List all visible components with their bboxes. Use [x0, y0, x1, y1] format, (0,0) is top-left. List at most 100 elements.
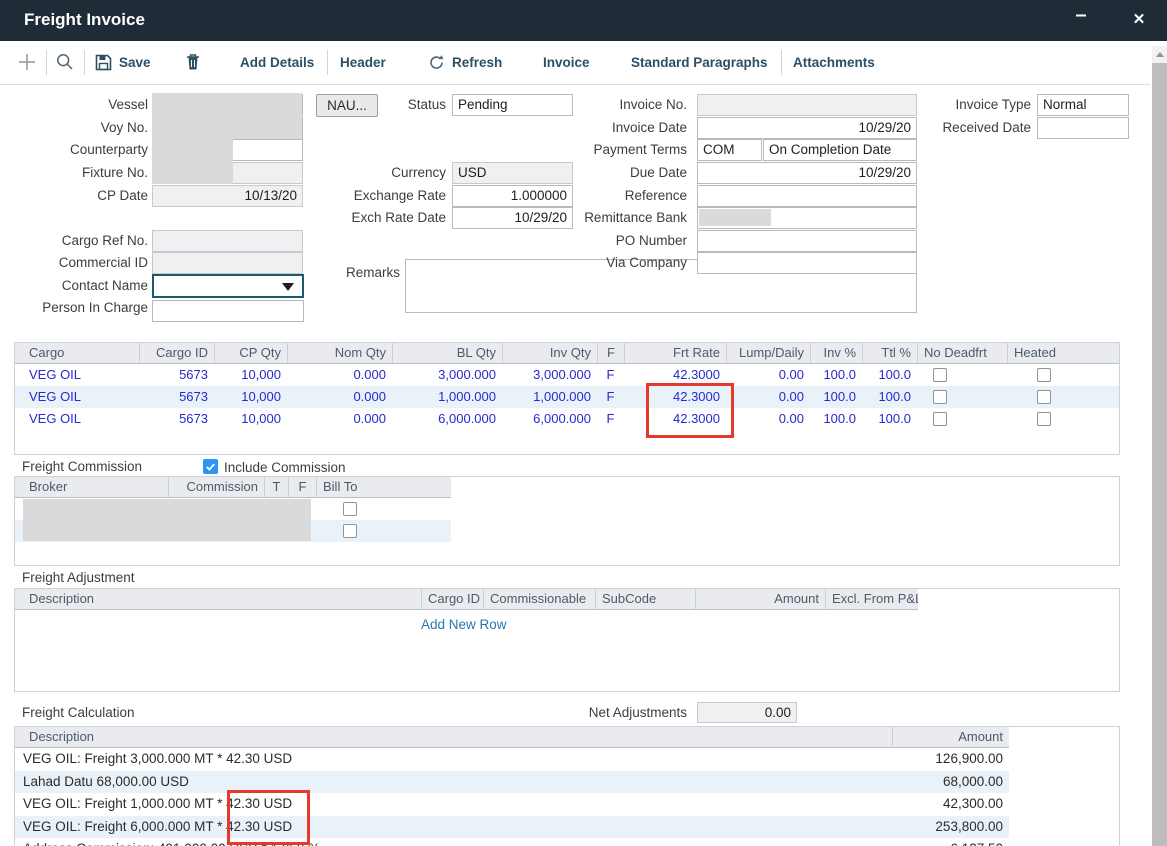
cell-frt-rate[interactable]: 42.3000: [624, 408, 726, 430]
cell[interactable]: 1,000.000: [502, 386, 597, 408]
header-cell[interactable]: Description: [23, 727, 892, 748]
cargo-row[interactable]: VEG OIL 5673 10,000 0.000 3,000.000 3,00…: [15, 364, 1119, 386]
header-cell[interactable]: Inv %: [810, 343, 862, 363]
exch-rate-date-field[interactable]: 10/29/20: [452, 207, 573, 229]
cell[interactable]: 3,000.000: [502, 364, 597, 386]
cell[interactable]: 6,000.000: [392, 408, 502, 430]
header-cell[interactable]: No Deadfrt: [917, 343, 1007, 363]
header-cell[interactable]: Nom Qty: [287, 343, 392, 363]
reference-field[interactable]: [697, 185, 917, 207]
cell[interactable]: 0.000: [287, 364, 392, 386]
payment-terms-code-field[interactable]: COM: [697, 139, 762, 161]
no-deadfrt-checkbox[interactable]: [933, 390, 947, 404]
search-button[interactable]: [55, 41, 75, 83]
scroll-thumb[interactable]: [1152, 63, 1167, 846]
no-deadfrt-checkbox[interactable]: [933, 412, 947, 426]
due-date-field[interactable]: 10/29/20: [697, 162, 917, 184]
save-button[interactable]: Save: [95, 41, 151, 83]
header-cell[interactable]: F: [288, 477, 316, 497]
heated-checkbox[interactable]: [1037, 412, 1051, 426]
invoice-date-field[interactable]: 10/29/20: [697, 117, 917, 139]
cell-description[interactable]: Address Commission: 491,000.00 USD * 1.2…: [15, 838, 891, 846]
cell[interactable]: 0.000: [287, 386, 392, 408]
delete-button[interactable]: [185, 41, 201, 83]
header-cell[interactable]: Cargo ID: [421, 589, 483, 609]
commission-row[interactable]: [15, 520, 451, 542]
header-cell[interactable]: Amount: [892, 727, 1009, 748]
invoice-type-field[interactable]: Normal: [1037, 94, 1129, 116]
cell[interactable]: 10,000: [214, 386, 287, 408]
cell[interactable]: 0.00: [726, 386, 810, 408]
cell-cargo[interactable]: VEG OIL: [23, 386, 139, 408]
header-cell[interactable]: Amount: [695, 589, 825, 609]
header-cell[interactable]: Description: [23, 589, 421, 609]
cell[interactable]: 0.000: [287, 408, 392, 430]
header-cell[interactable]: Commission: [168, 477, 264, 497]
cell-cargo[interactable]: VEG OIL: [23, 408, 139, 430]
cell[interactable]: 100.0: [862, 386, 917, 408]
header-cell[interactable]: CP Qty: [214, 343, 287, 363]
include-commission-checkbox[interactable]: [203, 459, 218, 474]
cell[interactable]: F: [597, 408, 624, 430]
minimize-button[interactable]: –: [1068, 4, 1094, 27]
cell-frt-rate[interactable]: 42.3000: [624, 386, 726, 408]
header-cell[interactable]: Cargo ID: [139, 343, 214, 363]
refresh-button[interactable]: Refresh: [428, 41, 502, 83]
header-cell[interactable]: Bill To: [316, 477, 451, 497]
cell-description[interactable]: Lahad Datu 68,000.00 USD: [15, 771, 891, 794]
cell[interactable]: 100.0: [810, 386, 862, 408]
cell[interactable]: 10,000: [214, 364, 287, 386]
header-cell[interactable]: T: [264, 477, 288, 497]
header-cell[interactable]: SubCode: [595, 589, 695, 609]
commission-row[interactable]: [15, 498, 451, 520]
cell-amount[interactable]: 42,300.00: [891, 793, 1009, 816]
header-cell[interactable]: F: [597, 343, 624, 363]
header-button[interactable]: Header: [340, 41, 386, 83]
cell[interactable]: 0.00: [726, 364, 810, 386]
calculation-row[interactable]: Lahad Datu 68,000.00 USD 68,000.00: [15, 771, 1009, 794]
header-cell[interactable]: Heated: [1007, 343, 1092, 363]
cargo-row[interactable]: VEG OIL 5673 10,000 0.000 1,000.000 1,00…: [15, 386, 1119, 408]
invoice-button[interactable]: Invoice: [543, 41, 590, 83]
po-number-field[interactable]: [697, 230, 917, 252]
chevron-down-icon[interactable]: [282, 283, 294, 291]
cell-description[interactable]: VEG OIL: Freight 6,000.000 MT * 42.30 US…: [15, 816, 891, 839]
close-button[interactable]: ✕: [1126, 10, 1152, 28]
cell[interactable]: F: [597, 386, 624, 408]
cell-amount[interactable]: 68,000.00: [891, 771, 1009, 794]
header-cell[interactable]: BL Qty: [392, 343, 502, 363]
header-cell[interactable]: Cargo: [23, 343, 139, 363]
cell[interactable]: 0.00: [726, 408, 810, 430]
calculation-row[interactable]: VEG OIL: Freight 6,000.000 MT * 42.30 US…: [15, 816, 1009, 839]
cargo-row[interactable]: VEG OIL 5673 10,000 0.000 6,000.000 6,00…: [15, 408, 1119, 430]
add-details-button[interactable]: Add Details: [240, 41, 314, 83]
cell-amount[interactable]: 253,800.00: [891, 816, 1009, 839]
cell[interactable]: 100.0: [810, 364, 862, 386]
header-cell[interactable]: Inv Qty: [502, 343, 597, 363]
cell[interactable]: 100.0: [862, 408, 917, 430]
cell-frt-rate[interactable]: 42.3000: [624, 364, 726, 386]
cell-description[interactable]: VEG OIL: Freight 1,000.000 MT * 42.30 US…: [15, 793, 891, 816]
calculation-row[interactable]: Address Commission: 491,000.00 USD * 1.2…: [15, 838, 1009, 846]
no-deadfrt-checkbox[interactable]: [933, 368, 947, 382]
cell-amount[interactable]: 126,900.00: [891, 748, 1009, 771]
scroll-up-arrow[interactable]: [1152, 46, 1167, 63]
bill-to-checkbox[interactable]: [343, 524, 357, 538]
cell[interactable]: F: [597, 364, 624, 386]
cell[interactable]: 5673: [139, 408, 214, 430]
heated-checkbox[interactable]: [1037, 368, 1051, 382]
cell[interactable]: 1,000.000: [392, 386, 502, 408]
cell[interactable]: 6,000.000: [502, 408, 597, 430]
cell-amount[interactable]: -6,137.50: [891, 838, 1009, 846]
add-new-row-link[interactable]: Add New Row: [421, 617, 507, 632]
contact-name-combobox[interactable]: [152, 274, 304, 298]
standard-paragraphs-button[interactable]: Standard Paragraphs: [631, 41, 768, 83]
received-date-field[interactable]: [1037, 117, 1129, 139]
calculation-row[interactable]: VEG OIL: Freight 1,000.000 MT * 42.30 US…: [15, 793, 1009, 816]
cell[interactable]: 5673: [139, 386, 214, 408]
attachments-button[interactable]: Attachments: [793, 41, 875, 83]
cell[interactable]: 5673: [139, 364, 214, 386]
header-cell[interactable]: Excl. From P&L: [825, 589, 918, 609]
header-cell[interactable]: Lump/Daily: [726, 343, 810, 363]
header-cell[interactable]: Commissionable: [483, 589, 595, 609]
